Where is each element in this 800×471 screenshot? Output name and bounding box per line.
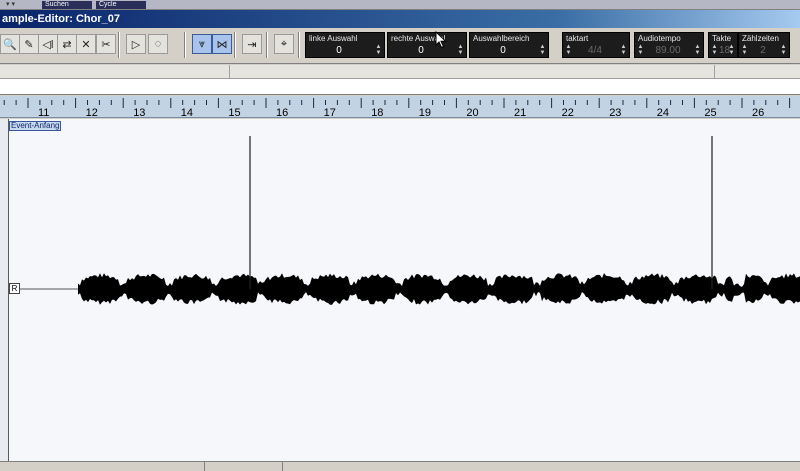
toolbar: 🔍 ✎ ◁ǀ ⇄ ✕ ✂ ▷ ◌ ⩔ ⋈ ⇥ ⌖ linke Auswahl 0 ▲ ▼ rechte Ausw… bbox=[0, 28, 800, 64]
beats-value[interactable]: 2 bbox=[749, 45, 777, 56]
left-rail bbox=[0, 119, 9, 461]
toolbar-separator bbox=[184, 32, 186, 58]
ruler-bar-label: 22 bbox=[562, 107, 574, 118]
ruler-bar-label: 15 bbox=[228, 107, 240, 118]
loop-button[interactable]: ◌ bbox=[148, 34, 168, 54]
ruler-bar-label: 23 bbox=[609, 107, 621, 118]
window-title[interactable]: ample-Editor: Chor_07 bbox=[0, 10, 800, 28]
toolbar-separator bbox=[118, 32, 120, 58]
spin-arrows-icon[interactable]: ▲ ▼ bbox=[780, 44, 787, 56]
zoom-tool[interactable]: 🔍 bbox=[0, 34, 20, 54]
spin-arrows-icon[interactable]: ▲ ▼ bbox=[620, 44, 627, 56]
spin-arrows-icon[interactable]: ▲ ▼ bbox=[539, 44, 546, 56]
ruler-ticks: 11 12 13 14 15 16 17 18 19 20 21 22 23 24 25 26 bbox=[3, 98, 791, 118]
audio-tempo-value[interactable]: 89.00 bbox=[645, 45, 691, 56]
ruler-bar-label: 14 bbox=[181, 107, 193, 118]
left-selection-field[interactable]: linke Auswahl 0 ▲ ▼ bbox=[305, 32, 385, 58]
waveform bbox=[20, 136, 800, 305]
selection-range-label: Auswahlbereich bbox=[473, 34, 530, 43]
overview-line[interactable] bbox=[0, 79, 800, 95]
mouse-pointer-icon bbox=[435, 31, 447, 49]
status-segment-1 bbox=[0, 462, 205, 471]
spin-arrows-icon[interactable]: ▲ ▼ bbox=[375, 44, 382, 56]
selection-range-field[interactable]: Auswahlbereich 0 ▲ ▼ bbox=[469, 32, 549, 58]
spin-arrows-icon[interactable]: ▲ ▼ bbox=[637, 44, 644, 56]
ruler-bar-label: 21 bbox=[514, 107, 526, 118]
info-segment-3 bbox=[715, 65, 800, 79]
waveform-envelope bbox=[78, 273, 800, 305]
ruler-bar-label: 11 bbox=[38, 107, 49, 118]
toolbar-separator bbox=[298, 32, 300, 58]
scissors-tool[interactable]: ✂ bbox=[96, 34, 116, 54]
spin-arrows-icon[interactable]: ▲ ▼ bbox=[728, 44, 735, 56]
time-signature-label: taktart bbox=[566, 34, 589, 43]
event-start-marker[interactable]: Event-Anfang bbox=[9, 121, 62, 131]
ruler-bar-label: 25 bbox=[704, 107, 716, 118]
ruler-bar-label: 12 bbox=[86, 107, 98, 118]
cursor-follow-button[interactable]: ⌖ bbox=[274, 34, 294, 54]
time-signature-field[interactable]: taktart 4/4 ▲ ▼ ▲ ▼ bbox=[562, 32, 630, 58]
info-segment-1 bbox=[0, 65, 230, 79]
ruler-bar-label: 24 bbox=[657, 107, 669, 118]
info-line bbox=[0, 65, 800, 79]
status-segment-2 bbox=[205, 462, 283, 471]
spin-arrows-icon[interactable]: ▲ ▼ bbox=[741, 44, 748, 56]
status-bar bbox=[0, 461, 800, 471]
beats-field[interactable]: Zählzeiten 2 ▲ ▼ ▲ ▼ bbox=[738, 32, 790, 58]
left-selection-value[interactable]: 0 bbox=[306, 45, 372, 56]
ruler-bar-label: 20 bbox=[466, 107, 478, 118]
parent-window-strip: ▾ ▾ Suchen Cycle bbox=[0, 0, 800, 10]
bars-value[interactable]: 18 bbox=[719, 45, 730, 56]
ruler-bar-label: 26 bbox=[752, 107, 764, 118]
toolbar-separator bbox=[266, 32, 268, 58]
ruler-bar-label: 16 bbox=[276, 107, 288, 118]
toolbar-separator bbox=[234, 32, 236, 58]
speaker-tool[interactable]: ◁ǀ bbox=[38, 34, 58, 54]
info-segment-2 bbox=[230, 65, 715, 79]
left-selection-label: linke Auswahl bbox=[309, 34, 358, 43]
bars-label: Takte bbox=[712, 34, 732, 43]
ruler-bar-label: 17 bbox=[324, 107, 336, 118]
zero-crossing-button[interactable]: ⋈ bbox=[212, 34, 232, 54]
cycle-tab[interactable]: Cycle bbox=[96, 1, 146, 9]
time-signature-value[interactable]: 4/4 bbox=[573, 45, 617, 56]
channel-label: R bbox=[9, 283, 20, 294]
search-tab[interactable]: Suchen bbox=[42, 1, 92, 9]
autoscroll-button[interactable]: ⇥ bbox=[242, 34, 262, 54]
bars-field[interactable]: Takte 18 ▲ ▼ ▲ ▼ bbox=[708, 32, 738, 58]
time-warp-tool[interactable]: ⇄ bbox=[57, 34, 77, 54]
selection-range-value[interactable]: 0 bbox=[470, 45, 536, 56]
hitpoint-tool[interactable]: ✕ bbox=[76, 34, 96, 54]
waveform-display[interactable]: Event-Anfang R bbox=[0, 119, 800, 461]
ruler-bar-label: 13 bbox=[133, 107, 145, 118]
sample-editor-window: ▾ ▾ Suchen Cycle ample-Editor: Chor_07 🔍… bbox=[0, 0, 800, 471]
status-segment-3 bbox=[283, 462, 800, 471]
spin-arrows-icon[interactable]: ▲ ▼ bbox=[711, 44, 718, 56]
snap-view-button[interactable]: ⩔ bbox=[192, 34, 212, 54]
ruler-bar-label: 19 bbox=[419, 107, 431, 118]
beats-label: Zählzeiten bbox=[742, 34, 779, 43]
play-button[interactable]: ▷ bbox=[126, 34, 146, 54]
right-selection-field[interactable]: rechte Auswahl 0 ▲ ▼ bbox=[387, 32, 467, 58]
audio-tempo-label: Audiotempo bbox=[638, 34, 681, 43]
dropdown-arrows-icon[interactable]: ▾ ▾ bbox=[6, 1, 36, 9]
spin-arrows-icon[interactable]: ▲ ▼ bbox=[565, 44, 572, 56]
ruler-bar-label: 18 bbox=[371, 107, 383, 118]
audio-tempo-field[interactable]: Audiotempo 89.00 ▲ ▼ ▲ ▼ bbox=[634, 32, 704, 58]
spin-arrows-icon[interactable]: ▲ ▼ bbox=[694, 44, 701, 56]
spin-arrows-icon[interactable]: ▲ ▼ bbox=[457, 44, 464, 56]
timeline-ruler[interactable]: 11 12 13 14 15 16 17 18 19 20 21 22 23 24 25 26 bbox=[0, 96, 800, 118]
pencil-tool[interactable]: ✎ bbox=[19, 34, 39, 54]
